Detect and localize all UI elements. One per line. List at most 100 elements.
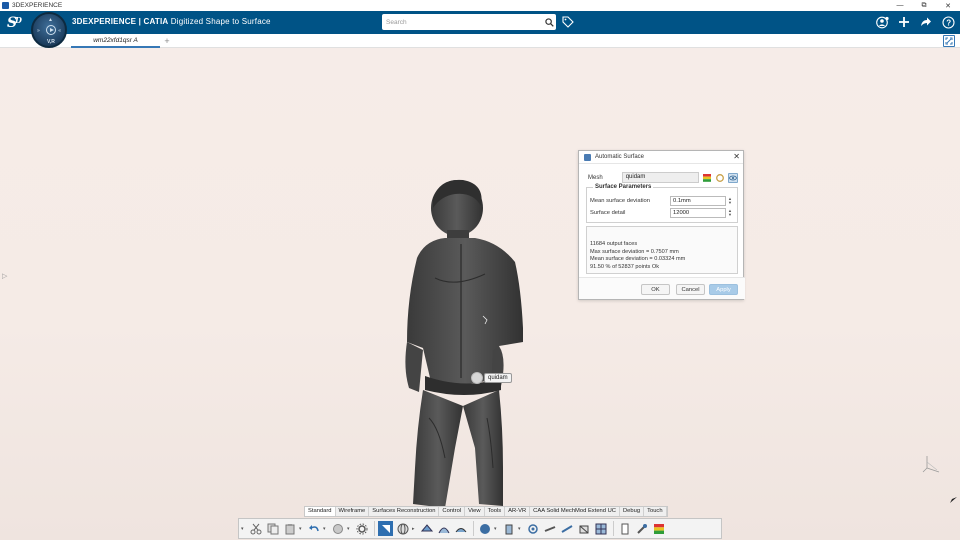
tab-ar-vr[interactable]: AR-VR bbox=[505, 507, 531, 516]
undo-icon[interactable] bbox=[306, 521, 321, 536]
grid-icon[interactable] bbox=[453, 521, 468, 536]
action-bar-tools: ▾ ▾ ▾ ▾ ▸ ▾ ▾ bbox=[238, 518, 722, 539]
app-icon bbox=[2, 2, 9, 9]
sphere-caret-icon[interactable]: ▸ bbox=[412, 526, 417, 532]
search-input[interactable]: Search bbox=[386, 19, 542, 26]
toolbar-separator bbox=[473, 521, 474, 536]
mesh-field[interactable]: quidam bbox=[621, 172, 699, 183]
analysis-icon[interactable] bbox=[593, 521, 608, 536]
apply-button[interactable]: Apply bbox=[709, 284, 738, 295]
mesh-tag[interactable]: quidam bbox=[471, 372, 512, 384]
dialog-close-icon[interactable]: ✕ bbox=[733, 152, 740, 161]
surface-caret-icon[interactable]: ▾ bbox=[494, 526, 499, 532]
side-panel-handle-icon[interactable]: ▷ bbox=[2, 272, 8, 282]
curve-icon[interactable] bbox=[436, 521, 451, 536]
refresh-icon[interactable] bbox=[715, 173, 725, 183]
surface-parameters-title: Surface Parameters bbox=[593, 184, 654, 190]
result-line: 11684 output faces bbox=[590, 241, 638, 247]
user-icon[interactable] bbox=[874, 14, 890, 30]
brand-title: 3DEXPERIENCE | CATIA Digitized Shape to … bbox=[72, 17, 271, 26]
os-title-bar: 3DEXPERIENCE — ⧉ ✕ bbox=[0, 0, 960, 11]
tab-debug[interactable]: Debug bbox=[619, 507, 645, 516]
close-button[interactable]: ✕ bbox=[936, 0, 960, 11]
compass-right-arrow-icon[interactable]: « bbox=[58, 28, 61, 34]
mean-deviation-label: Mean surface deviation bbox=[590, 198, 650, 204]
tab-wireframe[interactable]: Wireframe bbox=[335, 507, 370, 516]
measure-icon[interactable] bbox=[559, 521, 574, 536]
app-header: SD 3DEXPERIENCE | CATIA Digitized Shape … bbox=[0, 11, 960, 34]
svg-text:?: ? bbox=[946, 18, 951, 27]
expand-view-icon[interactable] bbox=[943, 35, 955, 47]
cancel-button[interactable]: Cancel bbox=[676, 284, 705, 295]
tab-standard[interactable]: Standard bbox=[305, 507, 336, 516]
dialog-titlebar[interactable]: Automatic Surface ✕ bbox=[579, 151, 743, 164]
brand-rest: EXPERIENCE | CATIA bbox=[82, 17, 169, 26]
shape-caret-icon[interactable]: ▾ bbox=[518, 526, 523, 532]
play-icon[interactable] bbox=[46, 25, 56, 35]
color-mesh-icon[interactable] bbox=[702, 173, 712, 183]
collapse-caret-icon[interactable]: ▾ bbox=[241, 526, 246, 532]
compass-up-arrow-icon[interactable]: ▲ bbox=[48, 17, 53, 23]
tab-caa-solid[interactable]: CAA Solid MechMod Extend UC bbox=[530, 507, 620, 516]
automatic-surface-dialog: Automatic Surface ✕ Mesh quidam Surface … bbox=[578, 150, 745, 300]
header-actions: ? bbox=[874, 14, 956, 30]
update-icon[interactable] bbox=[330, 521, 345, 536]
ds-logo-icon[interactable]: SD bbox=[6, 14, 24, 31]
sphere-icon[interactable] bbox=[395, 521, 410, 536]
update-caret-icon[interactable]: ▾ bbox=[347, 526, 352, 532]
mesh-label: Mesh bbox=[588, 174, 603, 181]
brand-bold: 3D bbox=[72, 17, 83, 26]
share-icon[interactable] bbox=[918, 14, 934, 30]
mesh-icon[interactable] bbox=[419, 521, 434, 536]
mesh-tag-label: quidam bbox=[484, 373, 512, 383]
mean-deviation-input[interactable]: 0.1mm bbox=[670, 196, 726, 206]
document-icon[interactable] bbox=[617, 521, 632, 536]
undo-caret-icon[interactable]: ▾ bbox=[323, 526, 328, 532]
shape-icon[interactable] bbox=[501, 521, 516, 536]
tab-control[interactable]: Control bbox=[439, 507, 466, 516]
compass-widget[interactable]: ▲ » « V,R bbox=[31, 12, 67, 48]
window-title: 3DEXPERIENCE bbox=[12, 2, 63, 9]
fit-icon[interactable] bbox=[542, 521, 557, 536]
settings-gear-icon[interactable] bbox=[354, 521, 369, 536]
probe-icon[interactable] bbox=[634, 521, 649, 536]
ok-button[interactable]: OK bbox=[641, 284, 670, 295]
mean-deviation-spinner[interactable]: ▲ ▼ bbox=[726, 196, 734, 206]
surface-detail-label: Surface detail bbox=[590, 210, 626, 216]
app-name: Digitized Shape to Surface bbox=[170, 17, 271, 26]
search-icon[interactable] bbox=[542, 15, 556, 29]
tab-view[interactable]: View bbox=[465, 507, 485, 516]
scan-icon[interactable] bbox=[525, 521, 540, 536]
compass-left-arrow-icon[interactable]: » bbox=[37, 28, 40, 34]
surface-detail-input[interactable]: 12000 bbox=[670, 208, 726, 218]
color-map-icon[interactable] bbox=[651, 521, 666, 536]
tab-surfaces-reconstruction[interactable]: Surfaces Reconstruction bbox=[369, 507, 440, 516]
paste-icon[interactable] bbox=[282, 521, 297, 536]
tab-strip: wm22xfd1qsr A + bbox=[0, 34, 960, 48]
tag-icon[interactable] bbox=[562, 16, 574, 28]
minimize-button[interactable]: — bbox=[888, 0, 912, 11]
tab-label: wm22xfd1qsr A bbox=[93, 36, 138, 44]
cut-icon[interactable] bbox=[248, 521, 263, 536]
restore-button[interactable]: ⧉ bbox=[912, 0, 936, 11]
automatic-surface-icon bbox=[584, 153, 591, 161]
eye-icon[interactable] bbox=[728, 172, 738, 183]
paste-caret-icon[interactable]: ▾ bbox=[299, 526, 304, 532]
surface-icon[interactable] bbox=[477, 521, 492, 536]
help-icon[interactable]: ? bbox=[940, 14, 956, 30]
select-icon[interactable] bbox=[378, 521, 393, 536]
add-icon[interactable] bbox=[896, 14, 912, 30]
pointer-arrow-icon[interactable] bbox=[948, 495, 958, 505]
mesh-tag-dot bbox=[471, 372, 483, 384]
axis-triad-icon[interactable] bbox=[921, 452, 943, 474]
tab-touch[interactable]: Touch bbox=[644, 507, 667, 516]
tab-tools[interactable]: Tools bbox=[484, 507, 506, 516]
result-line: 91.50 % of 52837 points Ok bbox=[590, 263, 660, 270]
copy-icon[interactable] bbox=[265, 521, 280, 536]
box-icon[interactable] bbox=[576, 521, 591, 536]
mesh-figure[interactable] bbox=[395, 178, 535, 513]
tab-document[interactable]: wm22xfd1qsr A bbox=[71, 34, 160, 48]
new-tab-icon[interactable]: + bbox=[162, 35, 172, 47]
search-box[interactable]: Search bbox=[382, 14, 556, 30]
surface-detail-spinner[interactable]: ▲ ▼ bbox=[726, 208, 734, 218]
